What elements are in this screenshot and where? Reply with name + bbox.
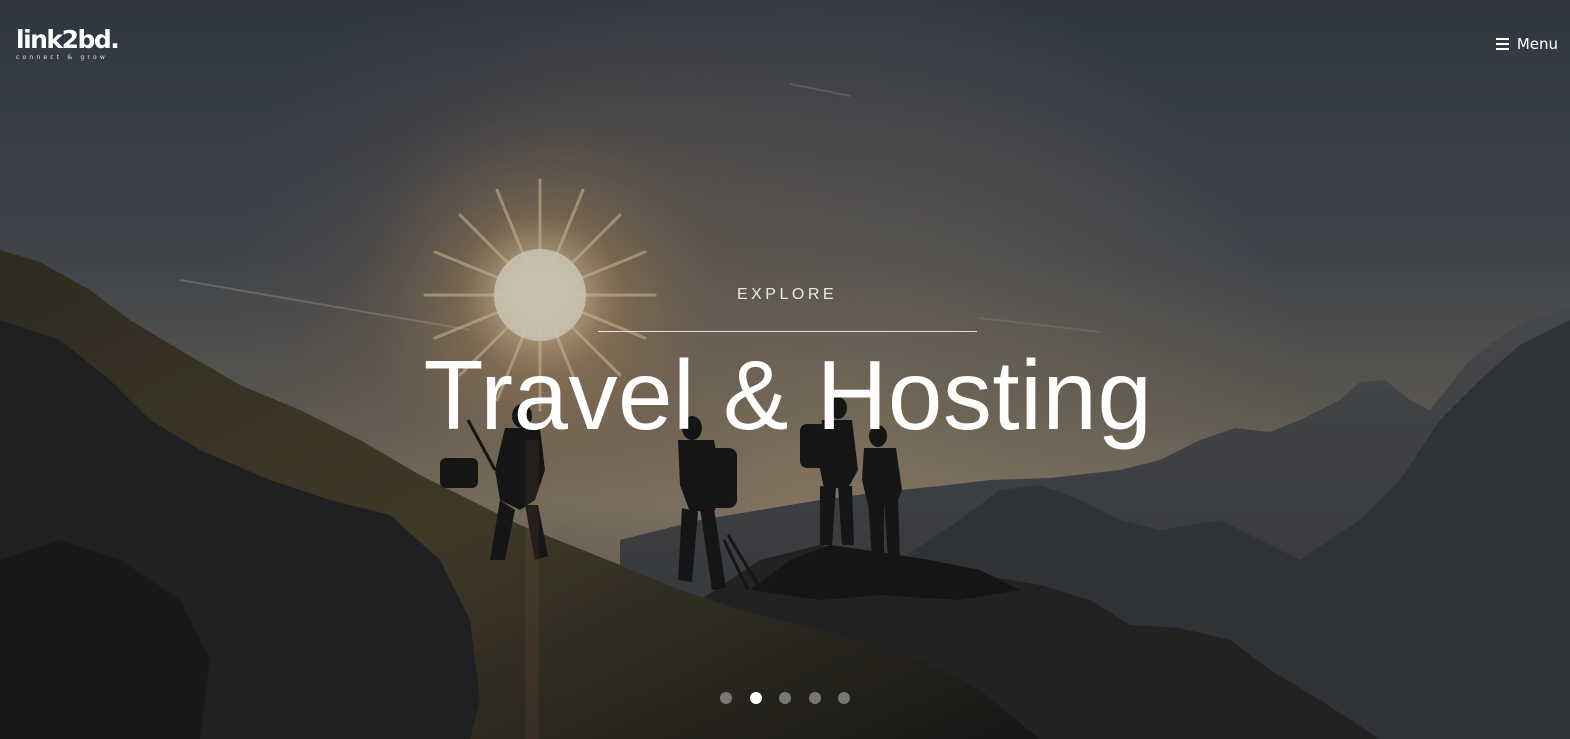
logo-tagline: connect & grow bbox=[16, 54, 108, 61]
menu-label: Menu bbox=[1516, 35, 1558, 53]
hero-kicker: EXPLORE bbox=[736, 286, 838, 303]
slider-dot-4[interactable] bbox=[808, 692, 821, 704]
slider-dot-1[interactable] bbox=[720, 692, 732, 704]
slider-dot-2[interactable] bbox=[749, 692, 762, 704]
slider-pagination bbox=[720, 692, 868, 704]
menu-button[interactable]: Menu bbox=[1495, 34, 1558, 54]
slider-dot-5[interactable] bbox=[838, 692, 850, 704]
hero-headline: Travel & Hosting bbox=[423, 340, 1153, 450]
slider-dot-3[interactable] bbox=[779, 692, 791, 704]
hero-divider bbox=[598, 331, 977, 332]
site-logo[interactable]: link2bd. connect & grow bbox=[16, 25, 120, 62]
logo-wordmark: link2bd. bbox=[16, 25, 120, 54]
hero-section: link2bd. connect & grow Menu EXPLORE Tra… bbox=[0, 0, 1570, 739]
hamburger-icon bbox=[1495, 38, 1509, 50]
